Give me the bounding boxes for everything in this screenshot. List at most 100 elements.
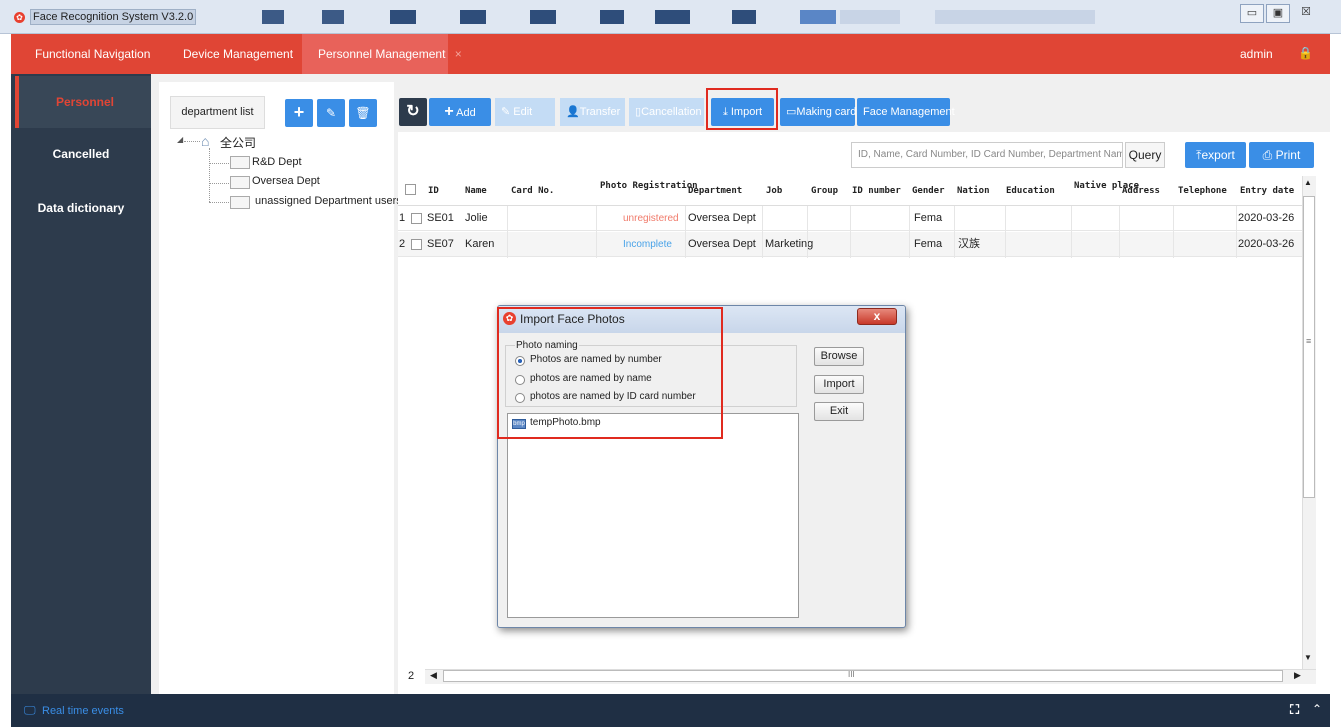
column-header-photo-registration[interactable]: Photo Registration bbox=[600, 176, 698, 206]
fullscreen-icon[interactable]: ⛶ bbox=[1290, 702, 1299, 718]
file-list[interactable] bbox=[507, 413, 799, 618]
minimize-button[interactable]: ▭ bbox=[1240, 4, 1264, 23]
monitor-icon[interactable]: 🖵 bbox=[24, 703, 36, 718]
nav-personnel-management[interactable]: Personnel Management × bbox=[302, 34, 462, 74]
column-header-education[interactable]: Education bbox=[1006, 176, 1055, 206]
column-header-gender[interactable]: Gender bbox=[912, 176, 945, 206]
column-divider bbox=[954, 206, 955, 258]
delete-department-button[interactable]: 🗑 bbox=[349, 99, 377, 127]
lock-icon[interactable]: 🔒 bbox=[1298, 47, 1313, 59]
row-number: 1 bbox=[399, 212, 406, 224]
select-all-checkbox[interactable] bbox=[405, 184, 416, 195]
sidebar-item-cancelled[interactable]: Cancelled bbox=[11, 128, 151, 180]
department-tree bbox=[159, 132, 394, 694]
window-title: Face Recognition System V3.2.0 bbox=[30, 9, 196, 25]
tree-item-oversea-dept[interactable]: Oversea Dept bbox=[252, 175, 320, 187]
home-folder-icon bbox=[230, 196, 250, 209]
scroll-left-icon[interactable]: ◀ bbox=[430, 670, 437, 681]
column-divider bbox=[685, 206, 686, 258]
tree-root-label[interactable]: 全公司 bbox=[220, 134, 256, 151]
vertical-scrollbar-thumb[interactable] bbox=[1303, 196, 1315, 498]
cell-photo-registration: Incomplete bbox=[623, 239, 672, 250]
print-label: Print bbox=[1275, 148, 1301, 162]
home-icon: ⌂ bbox=[201, 133, 210, 149]
nav-device-management[interactable]: Device Management bbox=[167, 34, 309, 74]
print-button[interactable]: ⎙ Print bbox=[1249, 142, 1314, 168]
browse-button[interactable]: Browse bbox=[814, 347, 864, 366]
add-department-button[interactable]: + bbox=[285, 99, 313, 127]
cell-entry-date: 2020-03-26 bbox=[1238, 212, 1295, 224]
column-header-entry-date[interactable]: Entry date bbox=[1240, 176, 1294, 206]
cancellation-button[interactable]: ▯Cancellation bbox=[629, 98, 704, 126]
plus-icon: + bbox=[444, 103, 454, 120]
cell-entry-date: 2020-03-26 bbox=[1238, 238, 1295, 250]
scroll-down-icon[interactable]: ▼ bbox=[1304, 653, 1312, 662]
scroll-right-icon[interactable]: ▶ bbox=[1294, 670, 1301, 681]
making-card-label: Making card bbox=[796, 106, 857, 118]
taskbar-blur-region bbox=[390, 10, 416, 24]
edit-button[interactable]: ✎ Edit bbox=[495, 98, 555, 126]
tree-line bbox=[209, 202, 229, 203]
scroll-up-icon[interactable]: ▲ bbox=[1304, 178, 1312, 187]
real-time-events-link[interactable]: Real time events bbox=[42, 705, 124, 717]
dialog-close-button[interactable]: x bbox=[857, 308, 897, 325]
column-divider bbox=[1071, 206, 1072, 258]
expand-up-icon[interactable]: ⌃ bbox=[1312, 702, 1322, 716]
add-button[interactable]: + Add bbox=[429, 98, 491, 126]
search-input[interactable]: ID, Name, Card Number, ID Card Number, D… bbox=[851, 142, 1123, 168]
sidebar-item-data-dictionary[interactable]: Data dictionary bbox=[11, 182, 151, 234]
column-header-card-no[interactable]: Card No. bbox=[511, 176, 554, 206]
taskbar-blur-region bbox=[460, 10, 486, 24]
horizontal-scrollbar-thumb[interactable] bbox=[443, 670, 1283, 682]
query-button[interactable]: Query bbox=[1125, 142, 1165, 168]
print-icon: ⎙ bbox=[1262, 148, 1273, 162]
scroll-grip-text: III bbox=[848, 670, 855, 679]
exit-button[interactable]: Exit bbox=[814, 402, 864, 421]
maximize-button[interactable]: ▣ bbox=[1266, 4, 1290, 23]
column-header-name[interactable]: Name bbox=[465, 176, 487, 206]
transfer-button[interactable]: 👤Transfer bbox=[560, 98, 625, 126]
column-header-job[interactable]: Job bbox=[766, 176, 782, 206]
close-window-button[interactable]: ☒ bbox=[1294, 4, 1318, 23]
tree-line bbox=[184, 141, 200, 142]
column-header-telephone[interactable]: Telephone bbox=[1178, 176, 1227, 206]
column-divider bbox=[807, 206, 808, 258]
cell-gender: Fema bbox=[914, 238, 943, 250]
column-header-group[interactable]: Group bbox=[811, 176, 838, 206]
face-management-button[interactable]: Face Management bbox=[857, 98, 955, 126]
refresh-button[interactable]: ↻ bbox=[399, 98, 427, 126]
export-button[interactable]: ⤒export bbox=[1185, 142, 1246, 168]
sidebar-item-personnel[interactable]: Personnel bbox=[15, 76, 151, 128]
taskbar-blur-region bbox=[322, 10, 344, 24]
row-checkbox[interactable] bbox=[411, 239, 422, 250]
column-header-id[interactable]: ID bbox=[428, 176, 439, 206]
edit-label: Edit bbox=[513, 106, 533, 118]
refresh-icon: ↻ bbox=[406, 103, 420, 120]
tree-line bbox=[209, 183, 229, 184]
tree-item-unassigned[interactable]: unassigned Department users bbox=[255, 195, 402, 207]
column-header-id-number[interactable]: ID number bbox=[852, 176, 901, 206]
cell-photo-registration: unregistered bbox=[623, 213, 679, 224]
column-divider bbox=[1236, 206, 1237, 258]
user-name[interactable]: admin bbox=[1240, 34, 1273, 74]
tree-item-rd-dept[interactable]: R&D Dept bbox=[252, 156, 302, 168]
column-header-nation[interactable]: Nation bbox=[957, 176, 990, 206]
making-card-button[interactable]: ▭Making card bbox=[780, 98, 857, 126]
column-header-native-place[interactable]: Native place bbox=[1074, 176, 1139, 206]
taskbar-blur-region bbox=[935, 10, 1095, 24]
person-icon: 👤 bbox=[566, 106, 580, 118]
row-checkbox[interactable] bbox=[411, 213, 422, 224]
tab-close-icon[interactable]: × bbox=[455, 47, 462, 61]
department-list-tab[interactable]: department list bbox=[170, 96, 265, 129]
column-divider bbox=[507, 206, 508, 258]
taskbar-blur-region bbox=[800, 10, 836, 24]
taskbar-blur-region bbox=[840, 10, 900, 24]
column-header-department[interactable]: Department bbox=[688, 176, 742, 206]
tree-collapse-icon[interactable]: ◢ bbox=[177, 135, 183, 144]
page-number: 2 bbox=[408, 670, 415, 682]
nav-functional-navigation[interactable]: Functional Navigation bbox=[11, 34, 166, 74]
column-header-address[interactable]: Address bbox=[1122, 176, 1160, 206]
pencil-icon: ✎ bbox=[501, 106, 511, 118]
dialog-import-button[interactable]: Import bbox=[814, 375, 864, 394]
edit-department-button[interactable]: ✎ bbox=[317, 99, 345, 127]
